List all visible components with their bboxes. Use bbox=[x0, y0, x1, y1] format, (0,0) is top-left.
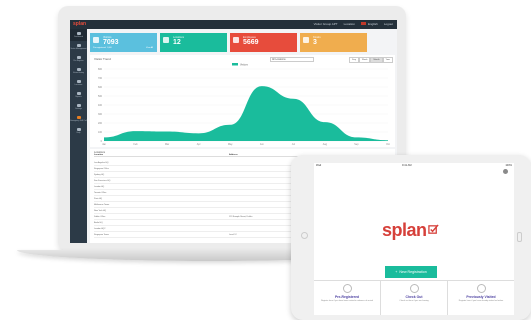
locations-card[interactable]: Locations 12 bbox=[160, 33, 227, 52]
status-bar: iPad 9:41 AM 100% bbox=[316, 164, 512, 167]
y-tick-label: 300 bbox=[98, 113, 103, 116]
tablet-home-button bbox=[301, 232, 308, 239]
sidebar-item-visitor-history[interactable]: Visitor History bbox=[70, 65, 87, 77]
series-area-visitors bbox=[104, 86, 388, 141]
x-tick-label: Mar bbox=[165, 143, 169, 146]
help-icon bbox=[76, 128, 81, 131]
gear-icon bbox=[76, 104, 81, 107]
new-registration-button[interactable]: + New Registration bbox=[385, 266, 437, 278]
tablet-side-camera bbox=[517, 232, 522, 242]
y-tick-label: 800 bbox=[98, 68, 103, 71]
employees-card[interactable]: Employees 5669 bbox=[230, 33, 297, 52]
sidebar-item-pre-register[interactable]: Pre-Register bbox=[70, 53, 87, 65]
y-tick-label: 400 bbox=[98, 104, 103, 107]
sidebar-item-visitor-management[interactable]: Visitor Management bbox=[70, 41, 87, 53]
calendar-icon bbox=[76, 56, 81, 59]
x-tick-label: Jun bbox=[260, 143, 265, 146]
legend-label: Visitors bbox=[240, 63, 249, 66]
x-tick-label: Feb bbox=[133, 143, 138, 146]
x-tick-label: Apr bbox=[197, 143, 201, 146]
sidebar-item-emergency[interactable]: Emergency Roll Call bbox=[70, 113, 87, 125]
location-icon bbox=[163, 37, 169, 43]
check-out-option[interactable]: Check Out Check out here if you are leav… bbox=[381, 281, 448, 315]
history-icon bbox=[476, 284, 486, 293]
kiosk-options: Pre-Registered Register here if you have… bbox=[314, 280, 514, 315]
legend-swatch bbox=[232, 63, 238, 66]
topbar-item[interactable]: Visitor Group APT bbox=[314, 22, 338, 26]
stat-cards: Visitors 7093 Pre-registered: 1,000 View… bbox=[90, 33, 367, 52]
x-tick-label: May bbox=[228, 143, 233, 146]
sidebar-item-locations[interactable]: Locations bbox=[70, 77, 87, 89]
y-tick-label: 200 bbox=[98, 122, 103, 125]
users-icon bbox=[93, 37, 99, 43]
kiosk-icon bbox=[303, 37, 309, 43]
splan-logo: splan bbox=[382, 220, 427, 240]
x-tick-label: Aug bbox=[323, 143, 328, 146]
flag-icon bbox=[360, 22, 366, 25]
visitors-card[interactable]: Visitors 7093 Pre-registered: 1,000 View… bbox=[90, 33, 157, 52]
pre-registered-option[interactable]: Pre-Registered Register here if you have… bbox=[314, 281, 381, 315]
settings-icon[interactable] bbox=[503, 169, 508, 174]
qr-icon bbox=[342, 284, 352, 293]
x-tick-label: Oct bbox=[386, 143, 390, 146]
top-bar-menu: Visitor Group APT Location English Logou… bbox=[314, 22, 393, 26]
user-icon bbox=[233, 37, 239, 43]
top-bar: splan Visitor Group APT Location English… bbox=[70, 20, 397, 29]
y-tick-label: 700 bbox=[98, 77, 103, 80]
location-icon bbox=[76, 80, 81, 83]
visitor-trend-panel: Visitor Trend All Locations Day Week Mon… bbox=[90, 55, 395, 147]
kiosks-card[interactable]: Kiosks 3 bbox=[300, 33, 367, 52]
visitor-trend-chart: 0100200300400500600700800Jan Feb Mar Apr May… bbox=[98, 63, 390, 146]
sidebar-item-help[interactable]: Help bbox=[70, 125, 87, 137]
language-selector[interactable]: English bbox=[360, 22, 378, 26]
logout-link[interactable]: Logout bbox=[384, 22, 393, 26]
alert-icon bbox=[76, 116, 81, 119]
x-tick-label: Jul bbox=[292, 143, 296, 146]
exit-icon bbox=[409, 284, 419, 293]
report-icon bbox=[76, 92, 81, 95]
sidebar-item-reports[interactable]: Reports bbox=[70, 89, 87, 101]
checkbox-logo-icon bbox=[428, 224, 439, 234]
y-tick-label: 600 bbox=[98, 86, 103, 89]
y-tick-label: 100 bbox=[98, 131, 103, 134]
sidebar-item-dashboard[interactable]: Dashboard bbox=[70, 29, 87, 41]
y-tick-label: 500 bbox=[98, 95, 103, 98]
topbar-item[interactable]: Location bbox=[344, 22, 355, 26]
x-tick-label: Sep bbox=[354, 143, 359, 146]
plus-icon: + bbox=[395, 270, 398, 274]
sidebar-item-settings[interactable]: Settings bbox=[70, 101, 87, 113]
view-all-link[interactable]: View All bbox=[146, 47, 153, 49]
x-tick-label: Jan bbox=[102, 143, 107, 146]
kiosk-screen: iPad 9:41 AM 100% splan + New Registrati… bbox=[314, 163, 514, 315]
brand-logo: splan bbox=[73, 21, 87, 27]
sidebar: Dashboard Visitor Management Pre-Registe… bbox=[70, 29, 87, 243]
users-icon bbox=[76, 44, 81, 47]
history-icon bbox=[76, 68, 81, 71]
dashboard-icon bbox=[76, 32, 81, 35]
previously-visited-option[interactable]: Previously Visited Register here if you … bbox=[448, 281, 514, 315]
